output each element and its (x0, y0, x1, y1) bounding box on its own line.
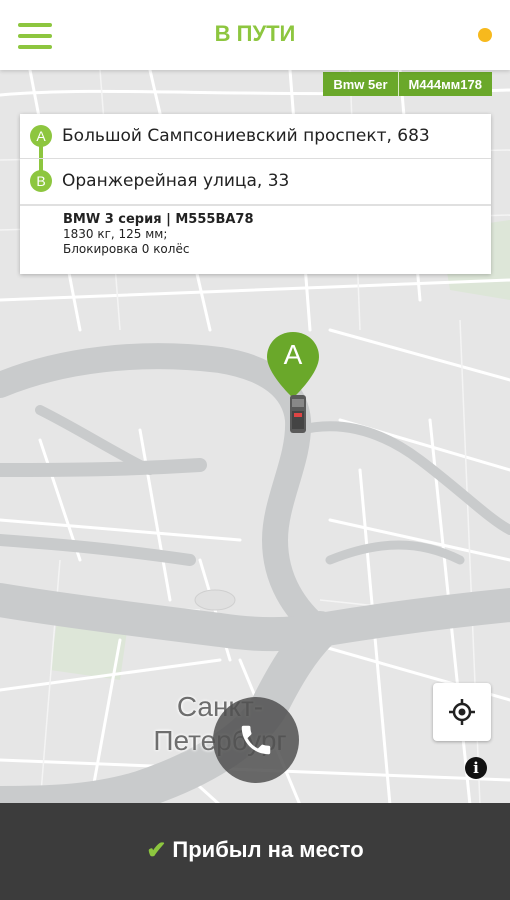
vehicle-model: Bmw 5er (333, 76, 388, 92)
page-title: В ПУТИ (214, 21, 296, 46)
arrived-content: ✔ Прибыл на место (0, 836, 510, 865)
crosshair-icon (449, 699, 475, 725)
arrived-label: Прибыл на место (172, 837, 364, 862)
point-b-address: Оранжерейная улица, 33 (62, 171, 290, 191)
point-a-address: Большой Сампсониевский проспект, 683 (62, 126, 430, 146)
arrived-button[interactable]: ✔ Прибыл на место (0, 803, 510, 900)
point-b-icon: B (30, 170, 52, 192)
marker-label: A (283, 339, 303, 370)
car-specs: 1830 кг, 125 мм; (63, 227, 168, 241)
top-app-bar: В ПУТИ (0, 0, 510, 70)
info-icon[interactable]: i (465, 757, 487, 779)
call-button[interactable] (213, 697, 299, 783)
map-marker-a[interactable]: A (265, 330, 321, 400)
status-indicator (478, 28, 492, 42)
checkmark-icon: ✔ (146, 837, 167, 864)
point-a-icon: A (30, 125, 52, 147)
route-card[interactable]: A Большой Сампсониевский проспект, 683 B… (20, 114, 491, 274)
order-details: BMW 3 серия | М555ВА78 1830 кг, 125 мм; … (63, 212, 254, 257)
vehicle-plate: М444мм178 (408, 76, 482, 92)
route-point-a[interactable]: A Большой Сампсониевский проспект, 683 (20, 114, 491, 158)
my-location-button[interactable] (433, 683, 491, 741)
divider (20, 204, 491, 206)
route-point-b[interactable]: B Оранжерейная улица, 33 (20, 159, 491, 203)
wheel-blocking: Блокировка 0 колёс (63, 242, 190, 256)
car-info: BMW 3 серия | М555ВА78 (63, 212, 254, 227)
vehicle-badge: Bmw 5er М444мм178 (323, 72, 492, 96)
tow-truck-icon (288, 393, 308, 435)
phone-icon (241, 725, 271, 755)
